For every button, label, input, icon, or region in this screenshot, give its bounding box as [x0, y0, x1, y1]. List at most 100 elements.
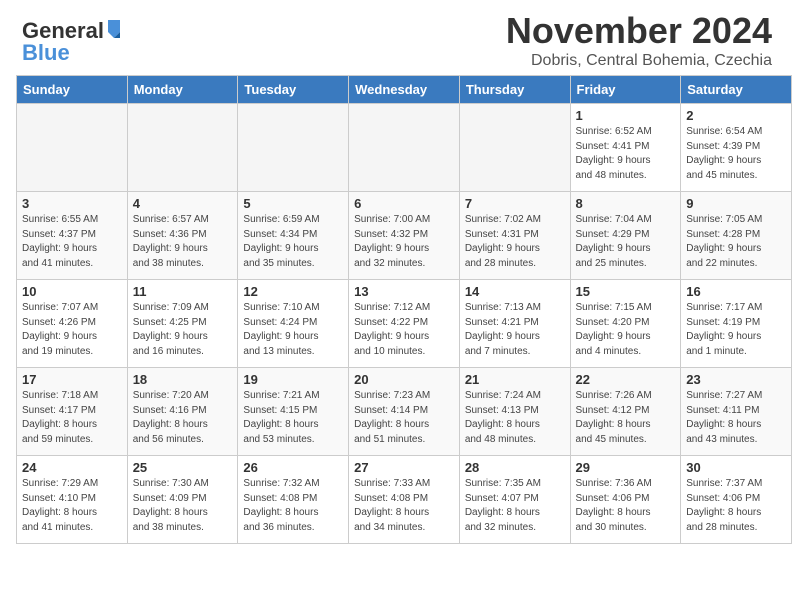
col-tuesday: Tuesday — [238, 76, 349, 104]
week-row-5: 24Sunrise: 7:29 AM Sunset: 4:10 PM Dayli… — [17, 456, 792, 544]
day-info: Sunrise: 7:36 AM Sunset: 4:06 PM Dayligh… — [576, 477, 676, 535]
calendar-cell: 2 Sunrise: 6:54 AM Sunset: 4:39 PM Daylig… — [681, 104, 792, 192]
day-info: Sunrise: 7:04 AM Sunset: 4:29 PM Dayligh… — [576, 213, 676, 271]
day-number: 8 — [576, 196, 676, 211]
day-number: 11 — [133, 284, 233, 299]
calendar-cell: 19Sunrise: 7:21 AM Sunset: 4:15 PM Dayli… — [238, 368, 349, 456]
header-row: Sunday Monday Tuesday Wednesday Thursday… — [17, 76, 792, 104]
calendar-cell — [17, 104, 128, 192]
calendar-cell: 8 Sunrise: 7:04 AM Sunset: 4:29 PM Daylig… — [570, 192, 681, 280]
calendar-cell: 10 Sunrise: 7:07 AM Sunset: 4:26 PM Dayli… — [17, 280, 128, 368]
logo-block: General Blue — [20, 12, 130, 69]
day-number: 22 — [576, 372, 676, 387]
calendar-cell: 11 Sunrise: 7:09 AM Sunset: 4:25 PM Dayli… — [127, 280, 238, 368]
day-info: Sunrise: 7:12 AM Sunset: 4:22 PM Dayligh… — [354, 301, 454, 359]
col-saturday: Saturday — [681, 76, 792, 104]
day-info: Sunrise: 7:33 AM Sunset: 4:08 PM Dayligh… — [354, 477, 454, 535]
calendar-cell: 22 Sunrise: 7:26 AM Sunset: 4:12 PM Dayli… — [570, 368, 681, 456]
day-info: Sunrise: 7:15 AM Sunset: 4:20 PM Dayligh… — [576, 301, 676, 359]
day-number: 24 — [22, 460, 122, 475]
day-info: Sunrise: 7:24 AM Sunset: 4:13 PM Dayligh… — [465, 389, 565, 447]
calendar-cell: 13 Sunrise: 7:12 AM Sunset: 4:22 PM Dayli… — [349, 280, 460, 368]
day-info: Sunrise: 6:55 AM Sunset: 4:37 PM Dayligh… — [22, 213, 122, 271]
svg-text:Blue: Blue — [22, 40, 70, 64]
calendar-cell: 12 Sunrise: 7:10 AM Sunset: 4:24 PM Dayli… — [238, 280, 349, 368]
calendar-cell: 3Sunrise: 6:55 AM Sunset: 4:37 PM Daylig… — [17, 192, 128, 280]
calendar-cell — [238, 104, 349, 192]
day-number: 20 — [354, 372, 454, 387]
day-info: Sunrise: 6:52 AM Sunset: 4:41 PM Dayligh… — [576, 125, 676, 183]
day-info: Sunrise: 7:23 AM Sunset: 4:14 PM Dayligh… — [354, 389, 454, 447]
day-number: 15 — [576, 284, 676, 299]
header: General Blue November 2024 Dobris, Centr… — [0, 0, 792, 75]
day-number: 25 — [133, 460, 233, 475]
logo-svg: General Blue — [20, 12, 130, 64]
day-info: Sunrise: 7:09 AM Sunset: 4:25 PM Dayligh… — [133, 301, 233, 359]
day-number: 29 — [576, 460, 676, 475]
calendar-cell — [127, 104, 238, 192]
main-title: November 2024 — [506, 10, 772, 52]
day-info: Sunrise: 7:18 AM Sunset: 4:17 PM Dayligh… — [22, 389, 122, 447]
calendar-cell: 18 Sunrise: 7:20 AM Sunset: 4:16 PM Dayli… — [127, 368, 238, 456]
calendar-cell: 27 Sunrise: 7:33 AM Sunset: 4:08 PM Dayli… — [349, 456, 460, 544]
col-sunday: Sunday — [17, 76, 128, 104]
day-info: Sunrise: 7:10 AM Sunset: 4:24 PM Dayligh… — [243, 301, 343, 359]
day-number: 5 — [243, 196, 343, 211]
calendar-cell: 16Sunrise: 7:17 AM Sunset: 4:19 PM Dayli… — [681, 280, 792, 368]
calendar-cell: 28Sunrise: 7:35 AM Sunset: 4:07 PM Dayli… — [459, 456, 570, 544]
day-info: Sunrise: 7:13 AM Sunset: 4:21 PM Dayligh… — [465, 301, 565, 359]
day-info: Sunrise: 6:54 AM Sunset: 4:39 PM Dayligh… — [686, 125, 786, 183]
calendar-header: Sunday Monday Tuesday Wednesday Thursday… — [17, 76, 792, 104]
day-number: 1 — [576, 108, 676, 123]
day-number: 30 — [686, 460, 786, 475]
day-number: 21 — [465, 372, 565, 387]
day-info: Sunrise: 7:30 AM Sunset: 4:09 PM Dayligh… — [133, 477, 233, 535]
day-number: 23 — [686, 372, 786, 387]
day-number: 28 — [465, 460, 565, 475]
calendar-cell: 14 Sunrise: 7:13 AM Sunset: 4:21 PM Dayli… — [459, 280, 570, 368]
calendar-wrap: Sunday Monday Tuesday Wednesday Thursday… — [0, 75, 792, 552]
logo: General Blue — [20, 12, 130, 69]
calendar-cell: 7Sunrise: 7:02 AM Sunset: 4:31 PM Daylig… — [459, 192, 570, 280]
calendar-cell — [349, 104, 460, 192]
day-number: 16 — [686, 284, 786, 299]
calendar-cell: 1 Sunrise: 6:52 AM Sunset: 4:41 PM Daylig… — [570, 104, 681, 192]
day-number: 19 — [243, 372, 343, 387]
day-info: Sunrise: 6:57 AM Sunset: 4:36 PM Dayligh… — [133, 213, 233, 271]
calendar-cell: 4 Sunrise: 6:57 AM Sunset: 4:36 PM Daylig… — [127, 192, 238, 280]
day-number: 6 — [354, 196, 454, 211]
day-number: 17 — [22, 372, 122, 387]
week-row-2: 3Sunrise: 6:55 AM Sunset: 4:37 PM Daylig… — [17, 192, 792, 280]
day-number: 13 — [354, 284, 454, 299]
day-number: 2 — [686, 108, 786, 123]
day-info: Sunrise: 7:00 AM Sunset: 4:32 PM Dayligh… — [354, 213, 454, 271]
week-row-1: 1 Sunrise: 6:52 AM Sunset: 4:41 PM Daylig… — [17, 104, 792, 192]
day-number: 4 — [133, 196, 233, 211]
day-number: 12 — [243, 284, 343, 299]
day-info: Sunrise: 6:59 AM Sunset: 4:34 PM Dayligh… — [243, 213, 343, 271]
day-info: Sunrise: 7:26 AM Sunset: 4:12 PM Dayligh… — [576, 389, 676, 447]
day-info: Sunrise: 7:07 AM Sunset: 4:26 PM Dayligh… — [22, 301, 122, 359]
day-info: Sunrise: 7:02 AM Sunset: 4:31 PM Dayligh… — [465, 213, 565, 271]
day-number: 14 — [465, 284, 565, 299]
week-row-3: 10 Sunrise: 7:07 AM Sunset: 4:26 PM Dayli… — [17, 280, 792, 368]
title-block: November 2024 Dobris, Central Bohemia, C… — [506, 10, 772, 70]
page-container: General Blue November 2024 Dobris, Centr… — [0, 0, 792, 552]
calendar-cell: 15 Sunrise: 7:15 AM Sunset: 4:20 PM Dayli… — [570, 280, 681, 368]
calendar-cell — [459, 104, 570, 192]
calendar-cell: 24Sunrise: 7:29 AM Sunset: 4:10 PM Dayli… — [17, 456, 128, 544]
col-wednesday: Wednesday — [349, 76, 460, 104]
day-number: 27 — [354, 460, 454, 475]
day-number: 18 — [133, 372, 233, 387]
day-info: Sunrise: 7:20 AM Sunset: 4:16 PM Dayligh… — [133, 389, 233, 447]
day-info: Sunrise: 7:32 AM Sunset: 4:08 PM Dayligh… — [243, 477, 343, 535]
day-number: 10 — [22, 284, 122, 299]
day-info: Sunrise: 7:37 AM Sunset: 4:06 PM Dayligh… — [686, 477, 786, 535]
calendar-cell: 25 Sunrise: 7:30 AM Sunset: 4:09 PM Dayli… — [127, 456, 238, 544]
calendar-cell: 21 Sunrise: 7:24 AM Sunset: 4:13 PM Dayli… — [459, 368, 570, 456]
subtitle: Dobris, Central Bohemia, Czechia — [506, 52, 772, 70]
calendar-cell: 17 Sunrise: 7:18 AM Sunset: 4:17 PM Dayli… — [17, 368, 128, 456]
calendar-cell: 9Sunrise: 7:05 AM Sunset: 4:28 PM Daylig… — [681, 192, 792, 280]
col-friday: Friday — [570, 76, 681, 104]
col-monday: Monday — [127, 76, 238, 104]
